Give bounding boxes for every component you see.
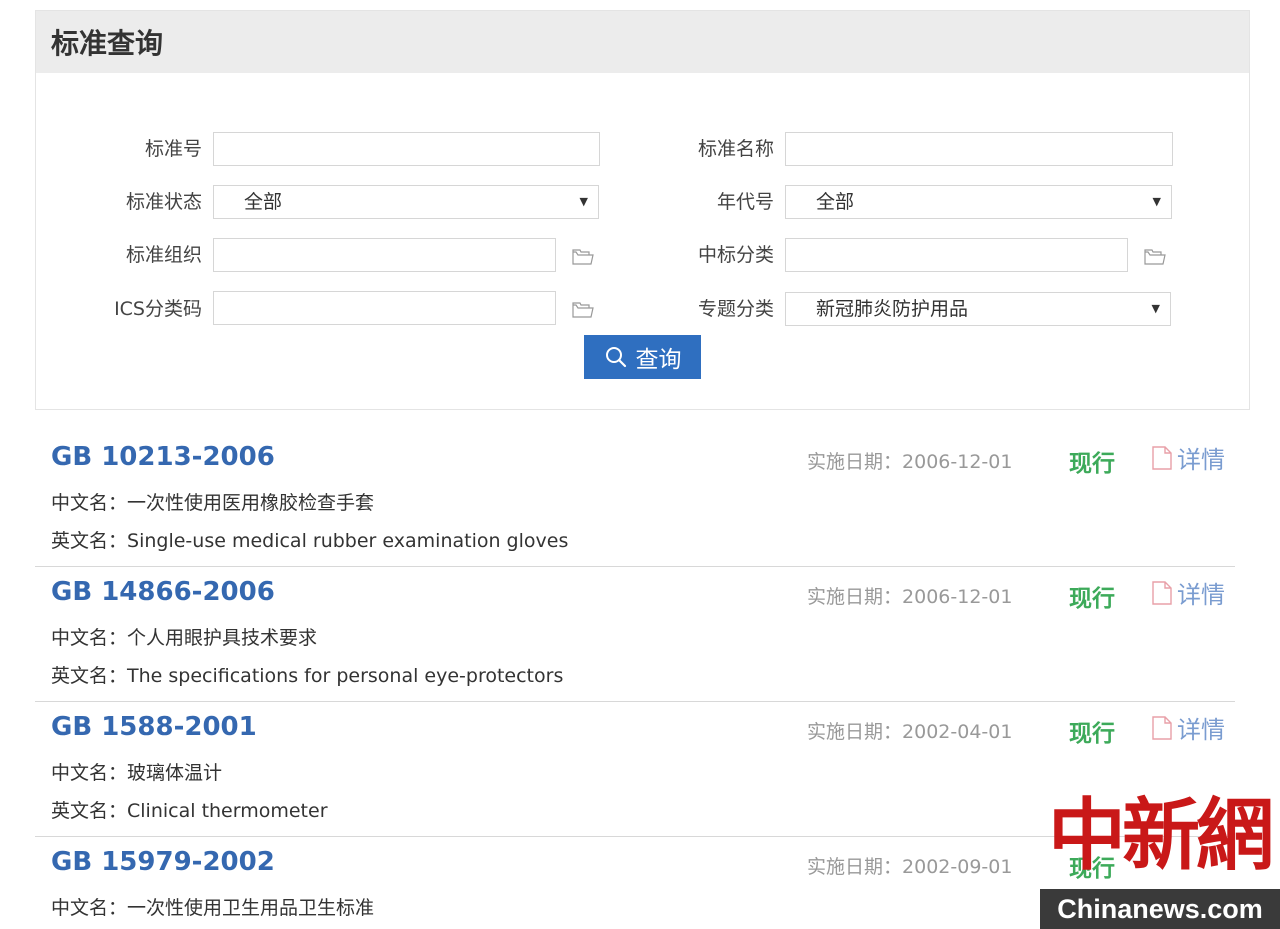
cn-name: 一次性使用医用橡胶检查手套 [127, 492, 375, 514]
detail-label: 详情 [1177, 716, 1225, 744]
ics-input[interactable] [213, 291, 556, 325]
topic-select[interactable]: 新冠肺炎防护用品 ▼ [785, 292, 1171, 326]
cn-name-label: 中文名： [51, 627, 128, 649]
watermark-cn: 中新網 [1048, 790, 1274, 881]
en-name-label: 英文名： [51, 800, 128, 822]
detail-link[interactable]: 详情 [1151, 710, 1225, 745]
date-value: 2002-04-01 [902, 721, 1013, 743]
result-item: GB 14866-2006 实施日期：2006-12-01 现行 详情 中文名：… [35, 567, 1235, 702]
cn-name-label: 中文名： [51, 492, 128, 514]
search-button[interactable]: 查询 [584, 335, 701, 379]
date-value: 2006-12-01 [902, 451, 1013, 473]
en-name-label: 英文名： [51, 665, 128, 687]
en-name-row: 英文名：Single-use medical rubber examinatio… [51, 526, 568, 553]
chevron-down-icon: ▼ [1152, 195, 1161, 208]
date-label: 实施日期： [807, 721, 903, 743]
ccs-input[interactable] [785, 238, 1128, 272]
panel-title: 标准查询 [36, 11, 1249, 73]
standard-code-link[interactable]: GB 10213-2006 [51, 442, 275, 472]
year-label: 年代号 [716, 191, 774, 213]
standard-code-link[interactable]: GB 1588-2001 [51, 712, 257, 742]
standard-name-label: 标准名称 [697, 138, 774, 160]
status-select-value: 全部 [244, 191, 283, 213]
document-icon [1152, 715, 1172, 740]
en-name-row: 英文名：Clinical thermometer [51, 796, 328, 823]
folder-icon[interactable] [1144, 248, 1166, 266]
en-name-label: 英文名： [51, 530, 128, 552]
chevron-down-icon: ▼ [1151, 302, 1160, 315]
cn-name: 玻璃体温计 [127, 762, 223, 784]
implement-date: 实施日期：2006-12-01 [807, 582, 1012, 609]
watermark-logo: 中新網 Chinanews.com [1040, 785, 1280, 929]
cn-name-row: 中文名：玻璃体温计 [51, 758, 222, 785]
date-value: 2006-12-01 [902, 586, 1013, 608]
ics-label: ICS分类码 [114, 298, 202, 320]
year-select-value: 全部 [816, 191, 855, 213]
standard-code-link[interactable]: GB 14866-2006 [51, 577, 275, 607]
topic-label: 专题分类 [697, 298, 774, 320]
en-name: Clinical thermometer [127, 800, 328, 822]
chevron-down-icon: ▼ [579, 195, 588, 208]
implement-date: 实施日期：2006-12-01 [807, 447, 1012, 474]
date-label: 实施日期： [807, 586, 903, 608]
status-badge: 现行 [1069, 451, 1115, 477]
folder-icon[interactable] [572, 301, 594, 319]
status-select[interactable]: 全部 ▼ [213, 185, 599, 219]
ccs-label: 中标分类 [697, 244, 774, 266]
date-value: 2002-09-01 [902, 856, 1013, 878]
cn-name-label: 中文名： [51, 762, 128, 784]
en-name-row: 英文名：The specifications for personal eye-… [51, 661, 563, 688]
status-label: 标准状态 [125, 191, 202, 213]
org-label: 标准组织 [125, 244, 202, 266]
detail-label: 详情 [1177, 581, 1225, 609]
watermark-en: Chinanews.com [1040, 889, 1280, 929]
org-input[interactable] [213, 238, 556, 272]
detail-label: 详情 [1177, 446, 1225, 474]
cn-name-row: 中文名：一次性使用医用橡胶检查手套 [51, 488, 374, 515]
detail-link[interactable]: 详情 [1151, 575, 1225, 610]
cn-name-row: 中文名：个人用眼护具技术要求 [51, 623, 317, 650]
search-icon [605, 347, 626, 368]
en-name: The specifications for personal eye-prot… [127, 665, 564, 687]
detail-link[interactable]: 详情 [1151, 440, 1225, 475]
folder-icon[interactable] [572, 248, 594, 266]
cn-name-row: 中文名：一次性使用卫生用品卫生标准 [51, 893, 374, 920]
year-select[interactable]: 全部 ▼ [785, 185, 1172, 219]
standard-name-input[interactable] [785, 132, 1173, 166]
standard-no-input[interactable] [213, 132, 600, 166]
cn-name: 个人用眼护具技术要求 [127, 627, 318, 649]
search-button-label: 查询 [635, 347, 682, 373]
document-icon [1152, 580, 1172, 605]
cn-name-label: 中文名： [51, 897, 128, 919]
en-name: Single-use medical rubber examination gl… [127, 530, 569, 552]
standard-code-link[interactable]: GB 15979-2002 [51, 847, 275, 877]
standard-no-label: 标准号 [144, 138, 202, 160]
status-badge: 现行 [1069, 586, 1115, 612]
implement-date: 实施日期：2002-09-01 [807, 852, 1012, 879]
date-label: 实施日期： [807, 856, 903, 878]
date-label: 实施日期： [807, 451, 903, 473]
result-item: GB 10213-2006 实施日期：2006-12-01 现行 详情 中文名：… [35, 432, 1235, 567]
cn-name: 一次性使用卫生用品卫生标准 [127, 897, 375, 919]
topic-select-value: 新冠肺炎防护用品 [816, 298, 969, 320]
document-icon [1152, 445, 1172, 470]
status-badge: 现行 [1069, 721, 1115, 747]
implement-date: 实施日期：2002-04-01 [807, 717, 1012, 744]
